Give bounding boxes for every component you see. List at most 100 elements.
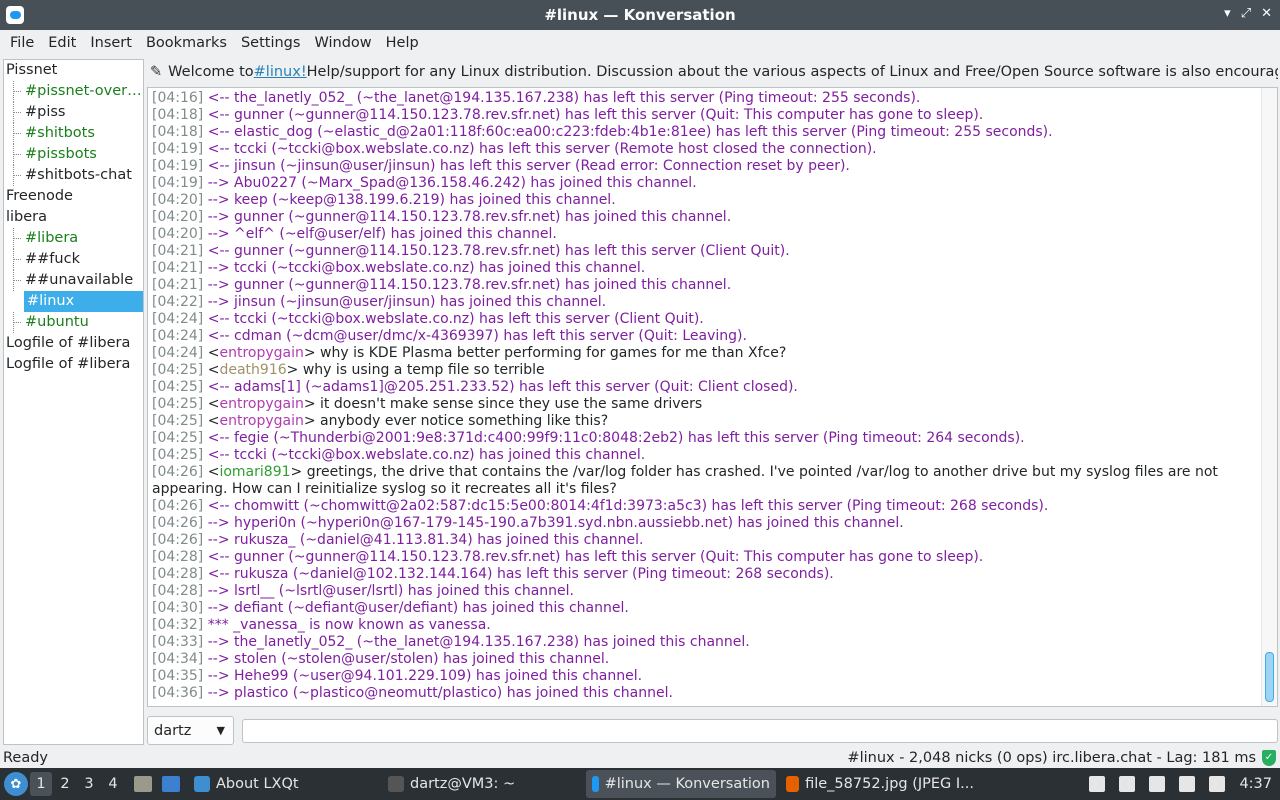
message-nick[interactable]: entropygain (219, 345, 303, 361)
sidebar-item[interactable]: #shitbots-chat (4, 165, 143, 186)
sidebar-item[interactable]: #shitbots (4, 123, 143, 144)
close-button[interactable]: ✕ (1261, 6, 1272, 21)
event-text: <-- gunner (~gunner@114.150.123.78.rev.s… (207, 549, 984, 565)
network-icon[interactable] (1089, 776, 1106, 792)
notification-icon[interactable] (1209, 776, 1226, 792)
sidebar-item[interactable]: libera (4, 207, 143, 228)
chat-scrollbar[interactable] (1261, 88, 1277, 706)
task-list: About LXQt dartz@VM3: ~ #linux — Konversat… (184, 770, 980, 798)
sidebar-item[interactable]: #ubuntu (4, 312, 143, 333)
workspace-1[interactable]: 1 (30, 772, 52, 796)
taskbar-task[interactable]: #linux — Konversation (586, 770, 776, 798)
event-text: --> ^elf^ (~elf@user/elf) has joined thi… (207, 226, 557, 242)
sidebar-item[interactable]: Freenode (4, 186, 143, 207)
event-text: <-- the_lanetly_052_ (~the_lanet@194.135… (207, 90, 921, 106)
show-desktop-icon[interactable] (134, 776, 152, 792)
sidebar-item[interactable]: ##unavailable (4, 270, 143, 291)
message-timestamp: [04:32] (152, 617, 204, 633)
taskbar-task[interactable]: file_58752.jpg (JPEG I... (780, 770, 980, 798)
event-text: <-- gunner (~gunner@114.150.123.78.rev.s… (207, 243, 790, 259)
minimize-button[interactable]: ▾ (1224, 6, 1231, 21)
sidebar-item[interactable]: #linux (24, 291, 143, 312)
chat-message: [04:26] <iomari891> greetings, the drive… (152, 464, 1218, 497)
message-nick[interactable]: death916 (219, 362, 286, 378)
title-bar: #linux — Konversation ▾ ⤢ ✕ (0, 0, 1280, 30)
start-menu-button[interactable]: ✿ (4, 772, 28, 796)
event-text: <-- jinsun (~jinsun@user/jinsun) has lef… (207, 158, 850, 174)
message-timestamp: [04:33] (152, 634, 204, 650)
message-timestamp: [04:21] (152, 260, 204, 276)
task-label: #linux — Konversation (604, 776, 770, 792)
menu-insert[interactable]: Insert (84, 35, 138, 51)
event-text: <-- tccki (~tccki@box.webslate.co.nz) ha… (207, 311, 704, 327)
topic-channel-link[interactable]: #linux! (254, 64, 307, 80)
chevron-down-icon: ▼ (216, 724, 225, 737)
menu-window[interactable]: Window (308, 35, 377, 51)
clipboard-icon[interactable] (1149, 776, 1166, 792)
event-text: <-- gunner (~gunner@114.150.123.78.rev.s… (207, 107, 984, 123)
message-timestamp: [04:25] (152, 396, 204, 412)
taskbar: ✿ 1 2 3 4 About LXQt dartz@VM3: ~ #linux —… (0, 768, 1280, 800)
message-input[interactable] (242, 719, 1278, 743)
chat-view[interactable]: [04:16] <-- the_lanetly_052_ (~the_lanet… (147, 87, 1278, 707)
sidebar-item[interactable]: #pissnet-overview (4, 81, 143, 102)
scrollbar-thumb[interactable] (1265, 652, 1274, 702)
sidebar-item[interactable]: Pissnet (4, 60, 143, 81)
file-manager-icon[interactable] (162, 776, 180, 792)
message-timestamp: [04:26] (152, 498, 204, 514)
workspace-3[interactable]: 3 (78, 772, 100, 796)
sidebar-item[interactable]: ##fuck (4, 249, 143, 270)
sidebar-item[interactable]: #libera (4, 228, 143, 249)
channel-tree: Pissnet#pissnet-overview#piss#shitbots#p… (3, 59, 144, 745)
message-timestamp: [04:35] (152, 668, 204, 684)
ssl-shield-icon[interactable]: ✓ (1262, 750, 1276, 766)
maximize-button[interactable]: ⤢ (1241, 6, 1251, 21)
chat-message: [04:24] <entropygain> why is KDE Plasma … (152, 345, 787, 361)
monitor-icon[interactable] (1179, 776, 1196, 792)
chat-message: [04:36] --> plastico (~plastico@neomutt/… (152, 685, 1257, 702)
sidebar-item[interactable]: Logfile of #libera (4, 333, 143, 354)
menu-bar: File Edit Insert Bookmarks Settings Wind… (0, 30, 1280, 56)
pencil-icon[interactable]: ✎ (150, 64, 162, 80)
message-timestamp: [04:19] (152, 175, 204, 191)
menu-help[interactable]: Help (380, 35, 425, 51)
message-nick[interactable]: iomari891 (219, 464, 290, 480)
volume-icon[interactable] (1119, 776, 1136, 792)
chat-message: [04:28] <-- gunner (~gunner@114.150.123.… (152, 549, 1257, 566)
workspace-4[interactable]: 4 (102, 772, 124, 796)
sidebar-item[interactable]: Logfile of #libera (4, 354, 143, 375)
chat-message: [04:22] --> jinsun (~jinsun@user/jinsun)… (152, 294, 1257, 311)
nickname-selector[interactable]: dartz ▼ (147, 716, 234, 745)
taskbar-task[interactable]: About LXQt (188, 770, 378, 798)
message-text: why is KDE Plasma better performing for … (315, 345, 787, 361)
event-text: --> plastico (~plastico@neomutt/plastico… (207, 685, 673, 701)
event-text: --> Abu0227 (~Marx_Spad@136.158.46.242) … (207, 175, 697, 191)
chat-message: [04:28] <-- rukusza (~daniel@102.132.144… (152, 566, 1257, 583)
system-tray: 4:37 (1089, 768, 1272, 800)
workspace-2[interactable]: 2 (54, 772, 76, 796)
message-nick[interactable]: entropygain (219, 396, 303, 412)
message-timestamp: [04:25] (152, 379, 204, 395)
sidebar-item[interactable]: #piss (4, 102, 143, 123)
event-text: <-- chomwitt (~chomwitt@2a02:587:dc15:5e… (207, 498, 1049, 514)
menu-bookmarks[interactable]: Bookmarks (140, 35, 233, 51)
event-text: --> the_lanetly_052_ (~the_lanet@194.135… (207, 634, 750, 650)
chat-message: [04:25] <death916> why is using a temp f… (152, 362, 545, 378)
chat-message: [04:25] <entropygain> anybody ever notic… (152, 413, 609, 429)
konversation-app-icon[interactable] (6, 6, 24, 24)
event-text: *** _vanessa_ is now known as vanessa. (207, 617, 491, 633)
chat-message: [04:24] <-- tccki (~tccki@box.webslate.c… (152, 311, 1257, 328)
menu-edit[interactable]: Edit (42, 35, 82, 51)
taskbar-task[interactable]: dartz@VM3: ~ (382, 770, 582, 798)
menu-file[interactable]: File (4, 35, 40, 51)
chat-message: [04:25] <-- fegie (~Thunderbi@2001:9e8:3… (152, 430, 1257, 447)
clock[interactable]: 4:37 (1239, 776, 1272, 792)
message-nick[interactable]: entropygain (219, 413, 303, 429)
message-timestamp: [04:24] (152, 345, 204, 361)
sidebar-item[interactable]: #pissbots (4, 144, 143, 165)
task-label: About LXQt (216, 776, 299, 792)
message-timestamp: [04:25] (152, 430, 204, 446)
event-text: --> stolen (~stolen@user/stolen) has joi… (207, 651, 610, 667)
event-text: --> hyperi0n (~hyperi0n@167-179-145-190.… (207, 515, 904, 531)
menu-settings[interactable]: Settings (235, 35, 306, 51)
